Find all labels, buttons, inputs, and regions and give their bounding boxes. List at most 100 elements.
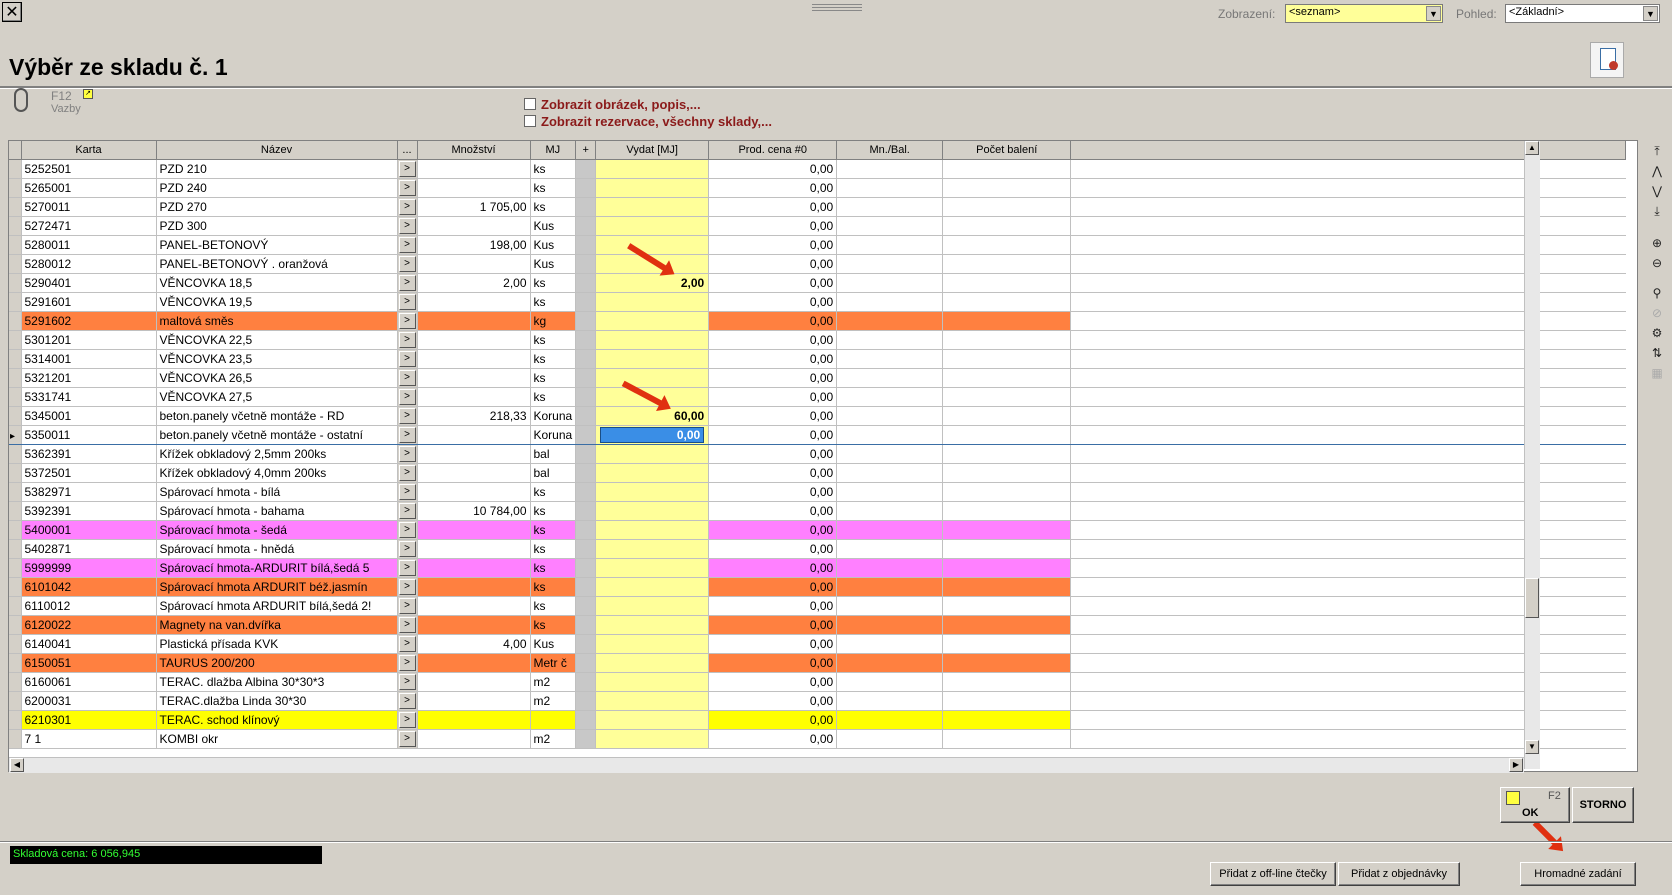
cell-nazev[interactable]: Křížek obkladový 2,5mm 200ks: [156, 444, 398, 464]
cell-mn-bal[interactable]: [836, 577, 944, 597]
cell-mnozstvi[interactable]: [417, 387, 531, 407]
cell-nazev[interactable]: PZD 300: [156, 216, 398, 236]
table-row[interactable]: 5382971 Spárovací hmota - bílá > ks 0,00: [9, 482, 1626, 502]
cell-pocet-baleni[interactable]: [942, 292, 1072, 312]
row-detail-button[interactable]: >: [397, 653, 418, 673]
chevron-right-icon[interactable]: >: [398, 483, 416, 500]
show-reservation-checkbox[interactable]: Zobrazit rezervace, všechny sklady,...: [524, 114, 772, 129]
vazby-label[interactable]: Vazby: [51, 103, 81, 115]
chevron-right-icon[interactable]: >: [398, 654, 416, 671]
chevron-right-icon[interactable]: >: [398, 616, 416, 633]
vydat-edit-input[interactable]: 0,00: [600, 426, 705, 443]
chevron-right-icon[interactable]: >: [398, 236, 416, 253]
cell-blank[interactable]: [1070, 349, 1626, 369]
col-pocet-baleni[interactable]: Počet balení: [942, 141, 1072, 160]
cell-blank[interactable]: [1070, 387, 1626, 407]
cell-plus[interactable]: [575, 672, 597, 692]
cell-mnozstvi[interactable]: [417, 178, 531, 198]
row-detail-button[interactable]: >: [397, 615, 418, 635]
cell-mn-bal[interactable]: [836, 178, 944, 198]
cell-mn-bal[interactable]: [836, 406, 944, 426]
paperclip-icon[interactable]: [14, 88, 28, 112]
cell-mj[interactable]: ks: [530, 178, 577, 198]
cell-karta[interactable]: 6110012: [21, 596, 157, 616]
cell-vydat[interactable]: [595, 444, 710, 464]
chevron-right-icon[interactable]: >: [398, 559, 416, 576]
zoom-in-icon[interactable]: ⊕: [1648, 234, 1666, 252]
cell-nazev[interactable]: VĚNCOVKA 26,5: [156, 368, 398, 388]
cell-mn-bal[interactable]: [836, 520, 944, 540]
cell-blank[interactable]: [1070, 539, 1626, 559]
pohled-select[interactable]: <Základní> ▼: [1505, 4, 1660, 23]
row-indicator[interactable]: [9, 710, 22, 730]
cell-karta[interactable]: 5265001: [21, 178, 157, 198]
row-detail-button[interactable]: >: [397, 672, 418, 692]
scroll-up-icon[interactable]: ▲: [1525, 141, 1539, 155]
cell-blank[interactable]: [1070, 235, 1626, 255]
cell-blank[interactable]: [1070, 482, 1626, 502]
table-row[interactable]: 5345001 beton.panely včetně montáže - RD >…: [9, 406, 1626, 426]
chevron-right-icon[interactable]: >: [398, 160, 416, 177]
cell-mj[interactable]: ks: [530, 539, 577, 559]
cell-mn-bal[interactable]: [836, 273, 944, 293]
cell-mn-bal[interactable]: [836, 653, 944, 673]
cell-pocet-baleni[interactable]: [942, 424, 1072, 445]
chevron-right-icon[interactable]: >: [398, 198, 416, 215]
cell-blank[interactable]: [1070, 729, 1626, 749]
cell-mj[interactable]: ks: [530, 273, 577, 293]
row-indicator[interactable]: [9, 501, 22, 521]
col-prod-cena[interactable]: Prod. cena #0: [708, 141, 838, 160]
cell-vydat[interactable]: [595, 520, 710, 540]
cell-blank[interactable]: [1070, 596, 1626, 616]
cell-vydat[interactable]: [595, 615, 710, 635]
cell-plus[interactable]: [575, 292, 597, 312]
cell-mn-bal[interactable]: [836, 710, 944, 730]
col-mj[interactable]: MJ: [530, 141, 577, 160]
cell-karta[interactable]: 5290401: [21, 273, 157, 293]
cell-prod-cena[interactable]: 0,00: [708, 653, 838, 673]
cell-mn-bal[interactable]: [836, 615, 944, 635]
row-detail-button[interactable]: >: [397, 330, 418, 350]
cell-plus[interactable]: [575, 197, 597, 217]
cell-blank[interactable]: [1070, 577, 1626, 597]
cell-mnozstvi[interactable]: [417, 368, 531, 388]
cell-karta[interactable]: 6210301: [21, 710, 157, 730]
row-indicator[interactable]: [9, 254, 22, 274]
row-detail-button[interactable]: >: [397, 349, 418, 369]
cell-karta[interactable]: 6101042: [21, 577, 157, 597]
cell-pocet-baleni[interactable]: [942, 463, 1072, 483]
cell-nazev[interactable]: KOMBI okr: [156, 729, 398, 749]
cell-mj[interactable]: ks: [530, 615, 577, 635]
cell-prod-cena[interactable]: 0,00: [708, 691, 838, 711]
row-indicator[interactable]: [9, 539, 22, 559]
cell-prod-cena[interactable]: 0,00: [708, 387, 838, 407]
sort-icon[interactable]: ⇅: [1648, 344, 1666, 362]
cell-karta[interactable]: 5321201: [21, 368, 157, 388]
chevron-right-icon[interactable]: >: [398, 388, 416, 405]
cell-plus[interactable]: [575, 691, 597, 711]
cell-plus[interactable]: [575, 216, 597, 236]
cell-mn-bal[interactable]: [836, 463, 944, 483]
cell-mn-bal[interactable]: [836, 672, 944, 692]
cell-blank[interactable]: [1070, 672, 1626, 692]
row-detail-button[interactable]: >: [397, 387, 418, 407]
show-image-checkbox[interactable]: Zobrazit obrázek, popis,...: [524, 97, 701, 112]
table-row[interactable]: 5402871 Spárovací hmota - hnědá > ks 0,00: [9, 539, 1626, 559]
page-up-icon[interactable]: ⋀: [1648, 162, 1666, 180]
cell-vydat[interactable]: [595, 463, 710, 483]
cell-prod-cena[interactable]: 0,00: [708, 729, 838, 749]
cell-nazev[interactable]: Spárovací hmota-ARDURIT bílá,šedá 5: [156, 558, 398, 578]
cell-vydat[interactable]: [595, 216, 710, 236]
cell-mnozstvi[interactable]: [417, 729, 531, 749]
cell-blank[interactable]: [1070, 444, 1626, 464]
table-row[interactable]: 6160061 TERAC. dlažba Albina 30*30*3 > m2 0,…: [9, 672, 1626, 692]
cell-prod-cena[interactable]: 0,00: [708, 539, 838, 559]
cell-nazev[interactable]: maltová směs: [156, 311, 398, 331]
table-row[interactable]: 6110012 Spárovací hmota ARDURIT bílá,šedá…: [9, 596, 1626, 616]
cell-pocet-baleni[interactable]: [942, 729, 1072, 749]
cell-mj[interactable]: ks: [530, 368, 577, 388]
cell-karta[interactable]: 7 1: [21, 729, 157, 749]
cell-mn-bal[interactable]: [836, 216, 944, 236]
row-indicator[interactable]: [9, 330, 22, 350]
row-detail-button[interactable]: >: [397, 197, 418, 217]
